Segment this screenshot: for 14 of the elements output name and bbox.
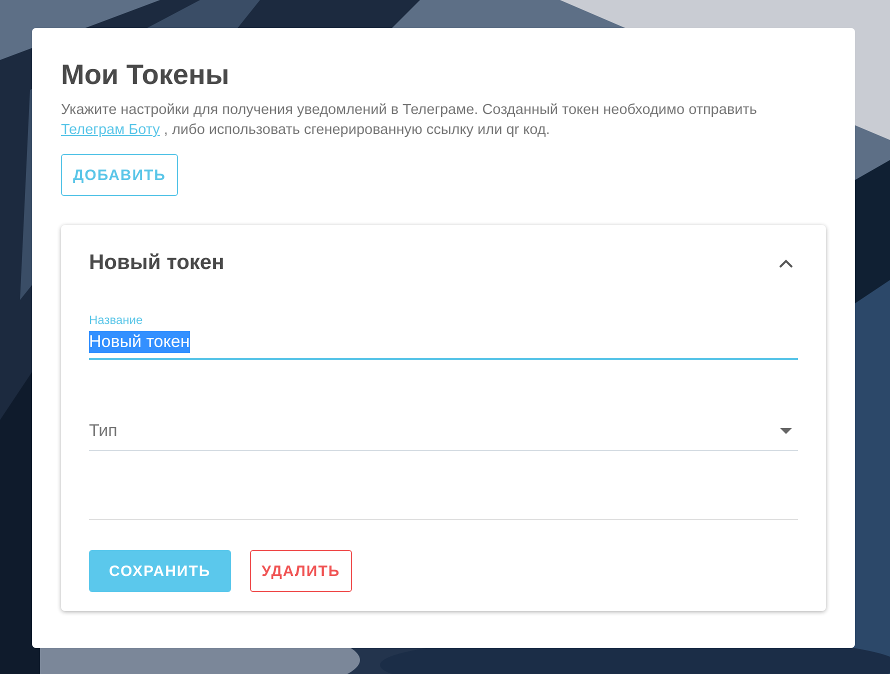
field-value: Новый токен bbox=[89, 331, 190, 353]
type-dropdown[interactable]: Тип bbox=[89, 412, 798, 451]
dropdown-arrow-icon bbox=[780, 428, 792, 434]
field-label: Название bbox=[89, 313, 143, 327]
delete-button[interactable]: УДАЛИТЬ bbox=[250, 550, 352, 592]
chevron-icon[interactable] bbox=[779, 258, 793, 268]
telegram-bot-link[interactable]: Телеграм Боту bbox=[61, 122, 160, 138]
description-text: Укажите настройки для получения уведомлений в Телеграме. Созданный токен необходимо отправить Телеграм Боту , либо использовать сгенерированную ссылку или qr код. bbox=[61, 101, 758, 140]
name-field[interactable]: Название Новый токен bbox=[89, 313, 798, 360]
add-button[interactable]: ДОБАВИТЬ bbox=[61, 154, 178, 196]
dropdown-placeholder: Тип bbox=[89, 421, 118, 441]
token-title: Новый токен bbox=[89, 251, 224, 275]
page-title: Мои Токены bbox=[61, 58, 230, 92]
save-button[interactable]: СОХРАНИТЬ bbox=[89, 550, 231, 592]
